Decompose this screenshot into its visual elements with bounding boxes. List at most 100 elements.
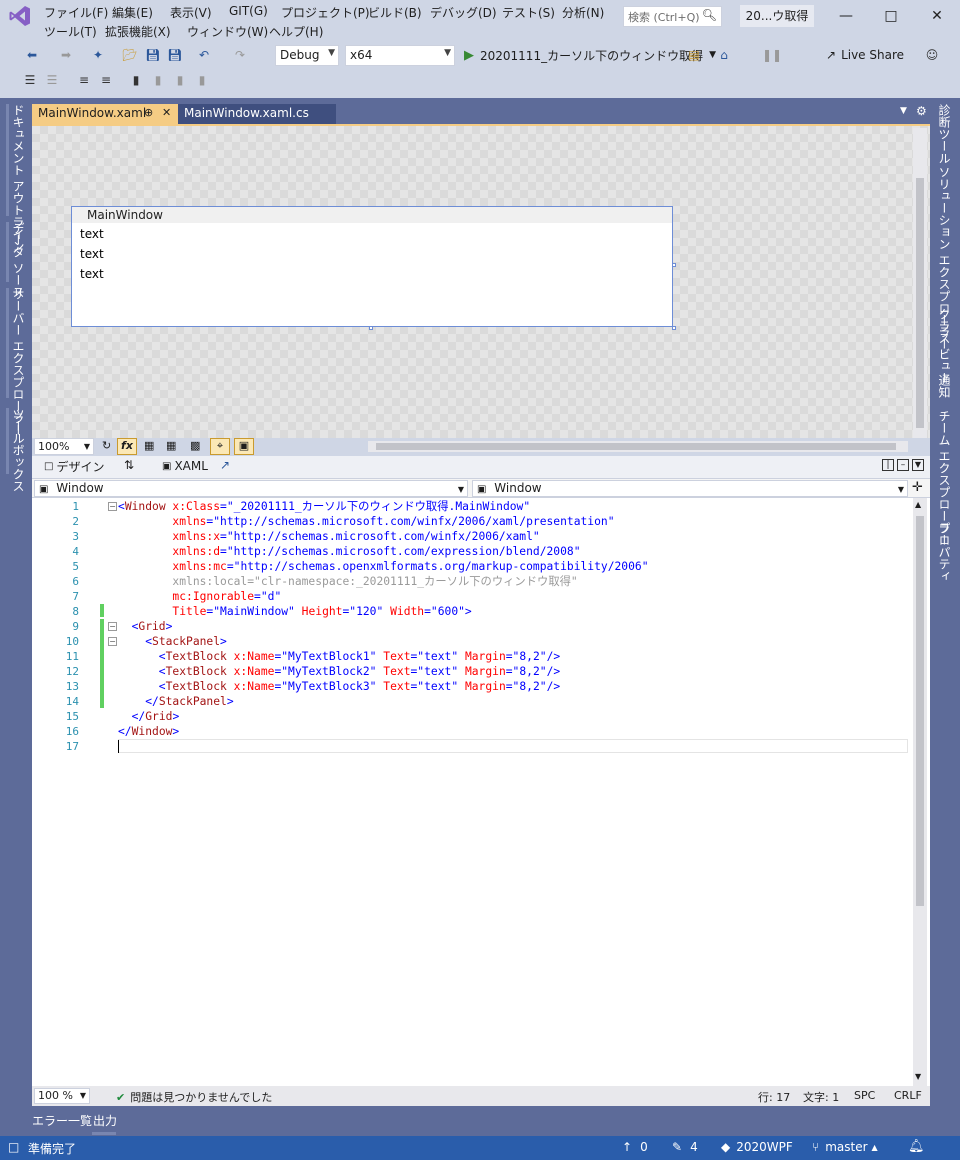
outline-indent-icon[interactable]: ☰ [22, 72, 38, 88]
code-line[interactable]: <TextBlock x:Name="MyTextBlock3" Text="t… [118, 679, 560, 694]
rail-tab-data-sources[interactable]: データ ソース [10, 222, 27, 298]
designer-horizontal-scrollbar[interactable] [368, 441, 908, 452]
repo-indicator[interactable]: ◆ 2020WPF [721, 1140, 793, 1154]
collapse-icon[interactable]: − [108, 637, 117, 646]
tab-xaml[interactable]: ▣ XAML [162, 459, 208, 473]
new-item-icon[interactable]: ✦ [90, 47, 106, 63]
code-line[interactable]: <Window x:Class="_20201111_カーソル下のウィンドウ取得… [118, 499, 530, 514]
gear-icon[interactable]: ⚙ [916, 104, 927, 118]
outline-unindent-icon[interactable]: ☰ [44, 72, 60, 88]
solution-name[interactable]: 20...ウ取得 [740, 5, 814, 27]
grid-icon[interactable]: ▦ [144, 439, 154, 452]
redo-icon[interactable]: ↷ [232, 47, 248, 63]
resize-handle[interactable] [369, 326, 373, 330]
pause-icon[interactable]: ❚❚ [762, 47, 782, 63]
code-line[interactable]: </Grid> [118, 709, 180, 724]
find-in-files-icon[interactable]: ▤ [686, 47, 702, 63]
code-line[interactable]: <TextBlock x:Name="MyTextBlock1" Text="t… [118, 649, 560, 664]
back-icon[interactable]: ⬅ [24, 47, 40, 63]
split-handle-icon[interactable]: ✛ [912, 480, 923, 495]
collapse-pane-icon[interactable]: ▼ [912, 459, 924, 471]
configuration-select[interactable]: Debug ▼ [275, 45, 339, 66]
snap-lines-icon[interactable]: ⌖ [210, 438, 230, 455]
edits-indicator[interactable]: ✎ 4 [672, 1140, 698, 1154]
forward-icon[interactable]: ➡ [58, 47, 74, 63]
menu-extensions[interactable]: 拡張機能(X) [105, 23, 171, 40]
menu-project[interactable]: プロジェクト(P) [281, 4, 370, 21]
code-line[interactable]: <Grid> [118, 619, 173, 634]
line-ending-indicator[interactable]: CRLF [894, 1089, 922, 1102]
code-line[interactable]: xmlns:x="http://schemas.microsoft.com/wi… [118, 529, 539, 544]
tab-error-list[interactable]: エラー一覧 [32, 1112, 92, 1129]
vs-logo-icon[interactable] [8, 4, 32, 28]
search-input[interactable]: 検索 (Ctrl+Q) 🔍︎ [623, 6, 722, 27]
close-tab-icon[interactable]: ✕ [162, 106, 171, 119]
nav-left-select[interactable]: ▣ Window ▼ [34, 480, 468, 497]
save-icon[interactable]: 💾︎ [145, 47, 161, 63]
menu-help[interactable]: ヘルプ(H) [269, 23, 323, 40]
device-preview-icon[interactable]: ▣ [234, 438, 254, 455]
tab-mainwindow-xaml[interactable]: MainWindow.xaml ⊕ ✕ [32, 104, 178, 124]
nav-right-select[interactable]: ▣ Window ▼ [472, 480, 908, 497]
code-line[interactable]: mc:Ignorable="d" [118, 589, 281, 604]
tab-output[interactable]: 出力 [93, 1112, 117, 1129]
scroll-thumb[interactable] [916, 178, 924, 428]
resize-handle[interactable] [672, 263, 676, 267]
push-indicator[interactable]: ↑ 0 [622, 1140, 648, 1154]
menu-view[interactable]: 表示(V) [170, 4, 212, 21]
home-icon[interactable]: ⌂ [716, 47, 732, 63]
notification-bell-icon[interactable]: 🔔︎ [908, 1139, 925, 1154]
zoom-select[interactable]: 100% ▼ [34, 438, 94, 455]
code-line[interactable]: xmlns="http://schemas.microsoft.com/winf… [118, 514, 614, 529]
menu-debug[interactable]: デバッグ(D) [430, 4, 497, 21]
popout-icon[interactable]: ↗ [220, 458, 230, 472]
editor-zoom-select[interactable]: 100 % ▼ [34, 1088, 90, 1104]
close-icon[interactable]: ✕ [927, 6, 947, 26]
prev-bookmark-icon[interactable]: ▮ [150, 72, 166, 88]
code-line[interactable]: </StackPanel> [118, 694, 233, 709]
open-folder-icon[interactable]: 📂︎ [122, 47, 138, 63]
undo-icon[interactable]: ↶ [196, 47, 212, 63]
menu-analyze[interactable]: 分析(N) [562, 4, 604, 21]
fx-icon[interactable]: fx [117, 438, 137, 455]
pin-icon[interactable]: ⊕ [144, 106, 153, 119]
scroll-thumb[interactable] [376, 443, 896, 450]
rail-tab-notifications[interactable]: 通知 [936, 374, 953, 398]
menu-window[interactable]: ウィンドウ(W) [187, 23, 268, 40]
whitespace-indicator[interactable]: SPC [854, 1089, 875, 1102]
scroll-thumb[interactable] [916, 516, 924, 906]
line-indicator[interactable]: 行: 17 [758, 1089, 790, 1105]
window-preview[interactable]: MainWindow text text text [71, 206, 673, 327]
menu-file[interactable]: ファイル(F) [44, 4, 108, 21]
code-line[interactable]: Title="MainWindow" Height="120" Width="6… [118, 604, 471, 619]
branch-indicator[interactable]: ⑂ master ▲ [812, 1140, 878, 1154]
code-line[interactable]: xmlns:d="http://schemas.microsoft.com/ex… [118, 544, 580, 559]
code-line[interactable]: <StackPanel> [118, 634, 227, 649]
collapse-icon[interactable]: − [108, 622, 117, 631]
code-line[interactable]: </Window> [118, 724, 179, 739]
issues-indicator[interactable]: ✔ 問題は見つかりませんでした [116, 1089, 272, 1105]
scroll-up-icon[interactable]: ▲ [915, 500, 921, 509]
start-debug-button[interactable]: ▶ 20201111_カーソル下のウィンドウ取得 ▼ [464, 46, 716, 64]
collapse-icon[interactable]: − [108, 502, 117, 511]
clear-bookmark-icon[interactable]: ▮ [194, 72, 210, 88]
textblock-3[interactable]: text [80, 267, 104, 281]
rail-tab-properties[interactable]: プロパティ [936, 522, 953, 582]
horizontal-split-icon[interactable]: – [897, 459, 909, 471]
tab-mainwindow-xaml-cs[interactable]: MainWindow.xaml.cs [178, 104, 336, 124]
tab-design[interactable]: □ デザイン [44, 458, 104, 475]
save-all-icon[interactable]: 💾︎ [167, 47, 183, 63]
swap-panes-icon[interactable]: ⇅ [124, 458, 134, 472]
menu-tools[interactable]: ツール(T) [44, 23, 97, 40]
rail-tab-diagnostic-tools[interactable]: 診断ツール [936, 104, 953, 164]
menu-build[interactable]: ビルド(B) [368, 4, 422, 21]
code-line[interactable]: xmlns:mc="http://schemas.openxmlformats.… [118, 559, 648, 574]
checker-icon[interactable]: ▩ [190, 439, 200, 452]
live-share-button[interactable]: ↗ Live Share [826, 48, 904, 62]
tab-list-dropdown-icon[interactable]: ▼ [900, 106, 907, 116]
next-bookmark-icon[interactable]: ▮ [172, 72, 188, 88]
minimize-icon[interactable]: — [836, 6, 856, 26]
comment-icon[interactable]: ≡ [76, 72, 92, 88]
menu-edit[interactable]: 編集(E) [112, 4, 153, 21]
rail-tab-toolbox[interactable]: ツールボックス [10, 408, 27, 492]
